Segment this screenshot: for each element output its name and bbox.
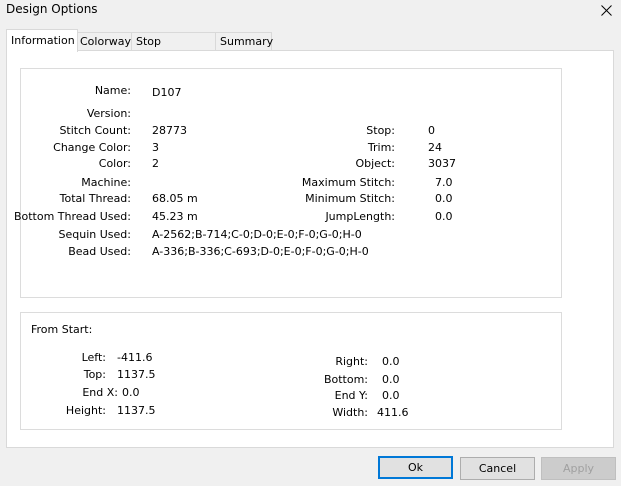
color-value: 2 [152,157,159,170]
min-stitch-value: 0.0 [435,192,453,205]
sequin-used-value: A-2562;B-714;C-0;D-0;E-0;F-0;G-0;H-0 [152,228,362,241]
right-value: 0.0 [382,355,400,368]
change-color-label: Change Color: [53,141,131,154]
version-label: Version: [86,107,131,120]
close-button[interactable] [597,0,615,20]
info-group: Name: D107 Version: Stitch Count: 28773 … [14,68,562,298]
tab-colorway[interactable]: Colorway [75,32,132,51]
machine-label: Machine: [81,176,131,189]
object-value: 3037 [428,157,456,170]
width-value: 411.6 [377,406,409,419]
tab-panel: Name: D107 Version: Stitch Count: 28773 … [6,50,614,448]
change-color-value: 3 [152,141,159,154]
end-y-value: 0.0 [382,389,400,402]
trim-value: 24 [428,141,442,154]
height-value: 1137.5 [117,404,156,417]
stop-label: Stop: [366,124,395,137]
name-value: D107 [152,86,182,99]
jump-length-label: JumpLength: [325,210,395,223]
trim-label: Trim: [367,141,395,154]
end-x-value: 0.0 [122,386,140,399]
name-label: Name: [94,84,131,97]
top-value: 1137.5 [117,368,156,381]
top-label: Top: [83,368,106,381]
sequin-used-label: Sequin Used: [58,228,131,241]
bead-used-label: Bead Used: [68,245,131,258]
window-title: Design Options [6,2,98,16]
tab-information[interactable]: Information [6,29,78,52]
right-label: Right: [335,355,368,368]
object-label: Object: [355,157,395,170]
color-label: Color: [98,157,131,170]
height-label: Height: [65,404,106,417]
apply-button[interactable]: Apply [541,457,616,480]
cancel-button[interactable]: Cancel [460,457,535,480]
bottom-thread-value: 45.23 m [152,210,198,223]
stitch-count-value: 28773 [152,124,187,137]
stop-value: 0 [428,124,435,137]
max-stitch-value: 7.0 [435,176,453,189]
max-stitch-label: Maximum Stitch: [301,176,395,189]
left-label: Left: [81,351,106,364]
bottom-thread-label: Bottom Thread Used: [13,210,131,223]
from-start-group: From Start: Left: -411.6 Top: 1137.5 End… [20,312,562,430]
ok-button[interactable]: Ok [378,456,453,479]
end-y-label: End Y: [334,389,368,402]
bead-used-value: A-336;B-336;C-693;D-0;E-0;F-0;G-0;H-0 [152,245,369,258]
total-thread-label: Total Thread: [59,192,131,205]
stitch-count-label: Stitch Count: [59,124,131,137]
total-thread-value: 68.05 m [152,192,198,205]
jump-length-value: 0.0 [435,210,453,223]
bottom-value: 0.0 [382,373,400,386]
min-stitch-label: Minimum Stitch: [305,192,395,205]
left-value: -411.6 [117,351,153,364]
tab-stop-sequence[interactable]: Stop Sequence [131,32,219,66]
tab-summary[interactable]: Summary [215,32,273,51]
end-x-label: End X: [82,386,118,399]
bottom-label: Bottom: [323,373,368,386]
width-label: Width: [332,406,368,419]
from-start-heading: From Start: [31,323,93,336]
close-icon [600,4,612,16]
